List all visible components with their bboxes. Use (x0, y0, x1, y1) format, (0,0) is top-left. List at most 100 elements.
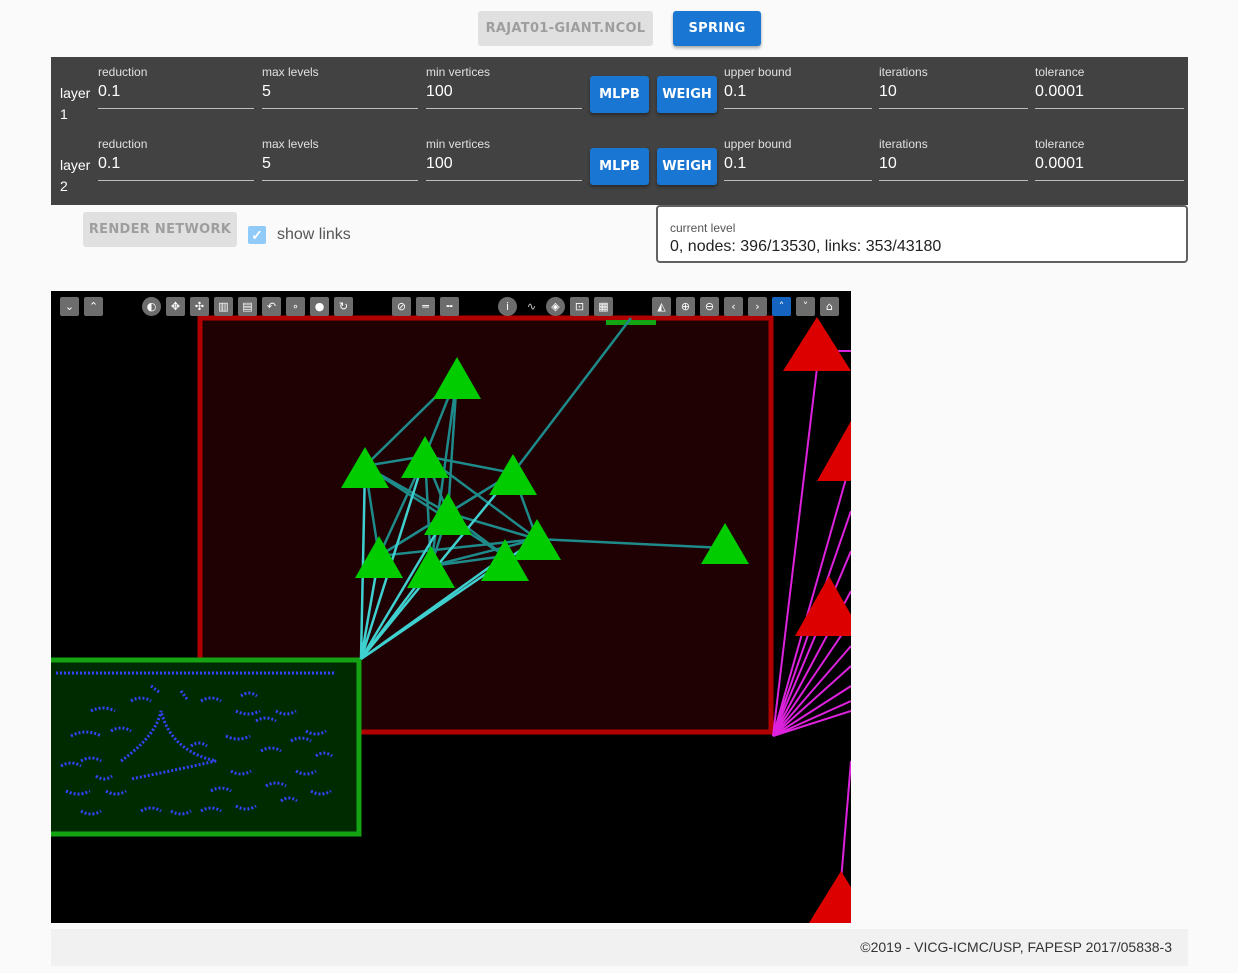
network-canvas[interactable]: ⌄ ⌃ ◐ ✥ ✣ ▥ ▤ ↶ ∘ ● ↻ ⊘ ═ ╍ i ∿ ◈ ⊡ ▦ ◭ … (51, 291, 851, 923)
upper-bound-label: upper bound (724, 65, 792, 79)
hide-nodes-icon[interactable]: ⊘ (392, 297, 411, 316)
current-level-label: current level (670, 221, 736, 235)
node (817, 421, 851, 481)
info-icon[interactable]: i (498, 297, 517, 316)
show-links-checkbox[interactable]: ✓ (248, 226, 266, 244)
iterations-value[interactable]: 10 (879, 155, 897, 173)
reduction-label: reduction (98, 137, 148, 151)
max-levels-value[interactable]: 5 (262, 155, 271, 173)
field-underline (1035, 180, 1184, 181)
reduction-value[interactable]: 0.1 (98, 155, 120, 173)
zoom-out-icon[interactable]: ⊖ (700, 297, 719, 316)
max-levels-value[interactable]: 5 (262, 83, 271, 101)
weigh-button[interactable]: WEIGH (657, 76, 717, 113)
compass-icon[interactable]: ◈ (546, 297, 565, 316)
edge-thin-icon[interactable]: ═ (416, 297, 435, 316)
pan-right-icon[interactable]: › (748, 297, 767, 316)
layer-label: layer 2 (60, 157, 91, 194)
show-links-label: show links (277, 226, 351, 243)
max-levels-field[interactable]: max levels 5 (262, 129, 418, 181)
field-underline (879, 108, 1028, 109)
node-small-icon[interactable]: ∘ (286, 297, 305, 316)
field-underline (724, 180, 872, 181)
undo-icon[interactable]: ↶ (262, 297, 281, 316)
layer-row-2: layer 2 reduction 0.1 max levels 5 min v… (51, 129, 1188, 201)
expand-icon[interactable]: ⌃ (84, 297, 103, 316)
node-large-icon[interactable]: ● (310, 297, 329, 316)
tolerance-value[interactable]: 0.0001 (1035, 83, 1084, 101)
field-underline (98, 108, 254, 109)
layer-label: layer 1 (60, 85, 91, 122)
network-graph[interactable] (51, 291, 851, 923)
current-level-value: 0, nodes: 396/13530, links: 353/43180 (670, 238, 942, 255)
field-underline (98, 180, 254, 181)
upper-bound-value[interactable]: 0.1 (724, 83, 746, 101)
path-icon[interactable]: ∿ (522, 297, 541, 316)
nodes-red (783, 317, 851, 923)
render-network-button[interactable]: RENDER NETWORK (83, 212, 237, 247)
edge-dashed-icon[interactable]: ╍ (440, 297, 459, 316)
tolerance-label: tolerance (1035, 65, 1085, 79)
field-underline (1035, 108, 1184, 109)
upper-bound-field[interactable]: upper bound 0.1 (724, 57, 872, 109)
tolerance-label: tolerance (1035, 137, 1085, 151)
node (795, 576, 851, 636)
layer-row-1: layer 1 reduction 0.1 max levels 5 min v… (51, 57, 1188, 129)
node (809, 871, 851, 923)
rotate-icon[interactable]: ↻ (334, 297, 353, 316)
field-underline (262, 108, 418, 109)
zoom-in-icon[interactable]: ⊕ (676, 297, 695, 316)
tolerance-field[interactable]: tolerance 0.0001 (1035, 129, 1184, 181)
iterations-field[interactable]: iterations 10 (879, 57, 1028, 109)
min-vertices-value[interactable]: 100 (426, 83, 453, 101)
top-bar: RAJAT01-GIANT.NCOL SPRING (0, 11, 1238, 47)
field-underline (879, 180, 1028, 181)
iterations-value[interactable]: 10 (879, 83, 897, 101)
field-underline (724, 108, 872, 109)
iterations-label: iterations (879, 65, 928, 79)
max-levels-label: max levels (262, 137, 319, 151)
bar-chart-icon[interactable]: ▥ (214, 297, 233, 316)
file-button[interactable]: RAJAT01-GIANT.NCOL (478, 11, 653, 46)
reduction-label: reduction (98, 65, 148, 79)
parameter-panel: layer 1 reduction 0.1 max levels 5 min v… (51, 57, 1188, 205)
bar-chart-alt-icon[interactable]: ▤ (238, 297, 257, 316)
select-icon[interactable]: ⊡ (570, 297, 589, 316)
pan-down-icon[interactable]: ˅ (796, 297, 815, 316)
contrast-icon[interactable]: ◐ (142, 297, 161, 316)
tolerance-value[interactable]: 0.0001 (1035, 155, 1084, 173)
max-levels-label: max levels (262, 65, 319, 79)
footer: ©2019 - VICG-ICMC/USP, FAPESP 2017/05838… (51, 929, 1188, 966)
node (783, 317, 851, 371)
viz-toolbar: ⌄ ⌃ ◐ ✥ ✣ ▥ ▤ ↶ ∘ ● ↻ ⊘ ═ ╍ i ∿ ◈ ⊡ ▦ ◭ … (51, 291, 851, 323)
home-icon[interactable]: ⌂ (820, 297, 839, 316)
reduction-field[interactable]: reduction 0.1 (98, 57, 254, 109)
min-vertices-label: min vertices (426, 137, 491, 151)
spring-button[interactable]: SPRING (673, 11, 761, 46)
min-vertices-field[interactable]: min vertices 100 (426, 129, 582, 181)
min-vertices-value[interactable]: 100 (426, 155, 453, 173)
min-vertices-field[interactable]: min vertices 100 (426, 57, 582, 109)
field-underline (426, 108, 582, 109)
pan-up-icon[interactable]: ˄ (772, 297, 791, 316)
tolerance-field[interactable]: tolerance 0.0001 (1035, 57, 1184, 109)
upper-bound-field[interactable]: upper bound 0.1 (724, 129, 872, 181)
cluster-icon[interactable]: ✣ (190, 297, 209, 316)
footer-text: ©2019 - VICG-ICMC/USP, FAPESP 2017/05838… (860, 939, 1172, 955)
reduction-field[interactable]: reduction 0.1 (98, 129, 254, 181)
pan-left-icon[interactable]: ‹ (724, 297, 743, 316)
reduction-value[interactable]: 0.1 (98, 83, 120, 101)
mlpb-button[interactable]: MLPB (590, 148, 649, 185)
field-underline (262, 180, 418, 181)
collapse-icon[interactable]: ⌄ (60, 297, 79, 316)
weigh-button[interactable]: WEIGH (657, 148, 717, 185)
region-select-icon[interactable]: ▦ (594, 297, 613, 316)
show-links-toggle[interactable]: ✓ show links (248, 226, 351, 244)
max-levels-field[interactable]: max levels 5 (262, 57, 418, 109)
iterations-field[interactable]: iterations 10 (879, 129, 1028, 181)
iterations-label: iterations (879, 137, 928, 151)
upper-bound-value[interactable]: 0.1 (724, 155, 746, 173)
mlpb-button[interactable]: MLPB (590, 76, 649, 113)
move-icon[interactable]: ✥ (166, 297, 185, 316)
fill-icon[interactable]: ◭ (652, 297, 671, 316)
